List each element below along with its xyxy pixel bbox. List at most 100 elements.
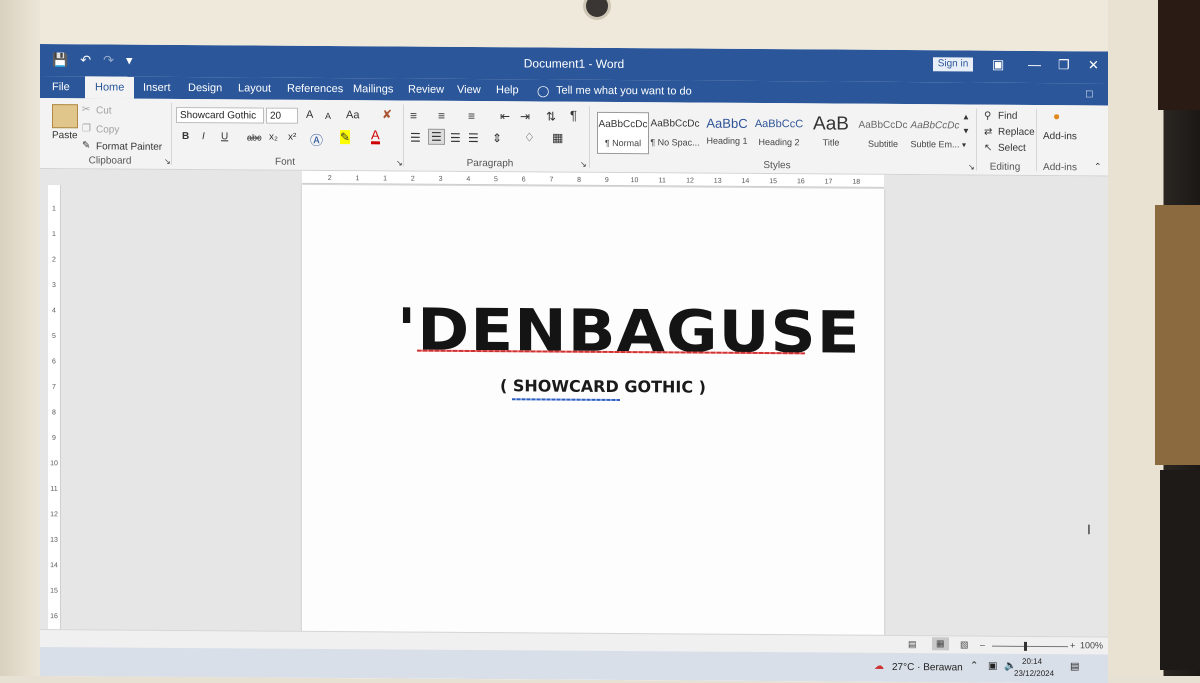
borders-icon[interactable]: ▦ (552, 131, 563, 145)
dialog-launcher-icon[interactable]: ↘ (580, 160, 587, 169)
subscript-button[interactable]: x₂ (269, 132, 278, 143)
ribbon-separator (589, 105, 590, 168)
ribbon-separator (171, 102, 172, 165)
style-title[interactable]: AaB Title (806, 113, 856, 153)
read-mode-icon[interactable]: ▤ (908, 639, 917, 650)
grow-font-button[interactable]: A (306, 109, 313, 121)
network-icon[interactable]: ▣ (988, 661, 997, 672)
style-heading-2[interactable]: AaBbCcC Heading 2 (754, 113, 804, 153)
format-painter-button[interactable]: Format Painter (96, 141, 162, 152)
sort-icon[interactable]: ⇅ (546, 110, 556, 124)
document-page[interactable]: 'DENBAGUSE ( SHOWCARD GOTHIC ) (302, 184, 884, 683)
tab-file[interactable]: File (52, 81, 70, 93)
tab-references[interactable]: References (287, 83, 343, 95)
align-right-icon[interactable]: ☰ (450, 131, 461, 145)
styles-more-icon[interactable]: ▾ (962, 140, 966, 149)
bullets-icon[interactable]: ≡ (410, 109, 417, 123)
ruler-tick-label: 5 (494, 176, 498, 183)
clear-formatting-icon[interactable]: ✘ (382, 107, 392, 121)
close-icon[interactable]: ✕ (1088, 57, 1099, 73)
collapse-ribbon-icon[interactable]: ⌃ (1094, 161, 1102, 172)
change-case-button[interactable]: Aa (346, 109, 359, 121)
comments-icon[interactable]: □ (1086, 88, 1093, 100)
line-spacing-icon[interactable]: ⇕ (492, 131, 502, 145)
style-subtitle[interactable]: AaBbCcDc Subtitle (858, 114, 908, 154)
ruler-tick-label: 2 (411, 176, 415, 183)
vertical-ruler: 11234567891011121314151617 (48, 185, 61, 670)
find-button[interactable]: Find (998, 111, 1017, 122)
bold-button[interactable]: B (182, 131, 189, 142)
style-name: Heading 2 (758, 137, 800, 148)
ribbon-display-options-icon[interactable]: ▣ (992, 57, 1004, 73)
style-subtle-emphasis[interactable]: AaBbCcDc Subtle Em... (910, 114, 960, 154)
style-name: Subtitle (867, 138, 899, 149)
shading-icon[interactable]: ♢ (524, 130, 535, 144)
notifications-icon[interactable]: ▤ (1070, 661, 1079, 672)
document-headline[interactable]: 'DENBAGUSE (397, 295, 861, 366)
tab-review[interactable]: Review (408, 84, 444, 96)
clock-time[interactable]: 20:14 (1022, 657, 1042, 666)
underline-button[interactable]: U (221, 131, 228, 142)
show-formatting-icon[interactable]: ¶ (570, 108, 577, 123)
style-normal[interactable]: AaBbCcDc ¶ Normal (597, 111, 649, 155)
select-button[interactable]: Select (998, 143, 1026, 154)
dialog-launcher-icon[interactable]: ↘ (396, 158, 403, 167)
tab-layout[interactable]: Layout (238, 82, 271, 94)
minimize-icon[interactable]: — (1028, 57, 1041, 72)
paste-button[interactable]: Paste (52, 130, 78, 141)
style-heading-1[interactable]: AaBbC Heading 1 (702, 113, 752, 153)
zoom-out-icon[interactable]: – (980, 640, 985, 650)
tab-home[interactable]: Home (85, 76, 135, 99)
web-layout-icon[interactable]: ▧ (960, 639, 969, 650)
style-no-spacing[interactable]: AaBbCcDc ¶ No Spac... (650, 112, 700, 152)
add-ins-button[interactable]: Add-ins (1043, 131, 1077, 142)
shrink-font-button[interactable]: A (325, 111, 331, 121)
tab-help[interactable]: Help (496, 84, 519, 96)
style-name: Subtle Em... (910, 139, 960, 150)
font-size-field[interactable]: 20 (266, 107, 298, 124)
tab-mailings[interactable]: Mailings (353, 83, 393, 95)
align-left-icon[interactable]: ☰ (410, 131, 421, 145)
increase-indent-icon[interactable]: ⇥ (520, 109, 530, 123)
tab-view[interactable]: View (457, 84, 481, 96)
weather-text[interactable]: 27°C · Berawan (892, 662, 963, 673)
copy-icon: ❐ (82, 123, 91, 135)
print-layout-icon[interactable]: ▦ (932, 637, 949, 651)
weather-icon[interactable]: ☁ (874, 661, 884, 672)
zoom-level[interactable]: 100% (1080, 640, 1103, 650)
maximize-icon[interactable]: ❐ (1058, 57, 1070, 73)
multilevel-list-icon[interactable]: ≡ (468, 109, 475, 123)
ruler-tick-label: 8 (577, 177, 581, 184)
copy-button[interactable]: Copy (96, 124, 119, 135)
replace-button[interactable]: Replace (998, 127, 1035, 138)
ruler-tick-label: 13 (714, 178, 722, 185)
zoom-slider-thumb[interactable] (1024, 641, 1027, 651)
superscript-button[interactable]: x² (288, 132, 296, 143)
tell-me-search[interactable]: Tell me what you want to do (556, 85, 692, 98)
align-center-icon[interactable]: ☰ (428, 128, 445, 145)
clock-date[interactable]: 23/12/2024 (1014, 669, 1054, 678)
zoom-slider[interactable] (992, 645, 1068, 648)
document-subtitle[interactable]: ( SHOWCARD GOTHIC ) (500, 376, 706, 396)
tab-insert[interactable]: Insert (143, 82, 171, 94)
numbering-icon[interactable]: ≡ (438, 109, 445, 123)
dialog-launcher-icon[interactable]: ↘ (968, 162, 975, 171)
styles-scroll-down-icon[interactable]: ▼ (962, 126, 970, 135)
tray-chevron-icon[interactable]: ⌃ (970, 660, 978, 671)
italic-button[interactable]: I (202, 131, 205, 142)
dialog-launcher-icon[interactable]: ↘ (164, 157, 171, 166)
styles-scroll-up-icon[interactable]: ▲ (962, 112, 970, 121)
zoom-in-icon[interactable]: + (1070, 640, 1075, 650)
sign-in-button[interactable]: Sign in (933, 57, 973, 72)
cut-button[interactable]: Cut (96, 105, 112, 116)
paragraph-group-label: Paragraph (466, 157, 514, 170)
decrease-indent-icon[interactable]: ⇤ (500, 109, 510, 123)
font-color-icon[interactable]: A (371, 127, 380, 145)
highlight-icon[interactable]: ✎ (340, 130, 351, 145)
tab-design[interactable]: Design (188, 82, 222, 94)
font-name-field[interactable]: Showcard Gothic (176, 106, 264, 124)
justify-icon[interactable]: ☰ (468, 131, 479, 145)
text-effects-icon[interactable]: Ⓐ (310, 130, 323, 149)
strikethrough-button[interactable]: abc (247, 132, 262, 142)
ruler-tick-label: 14 (742, 178, 750, 185)
